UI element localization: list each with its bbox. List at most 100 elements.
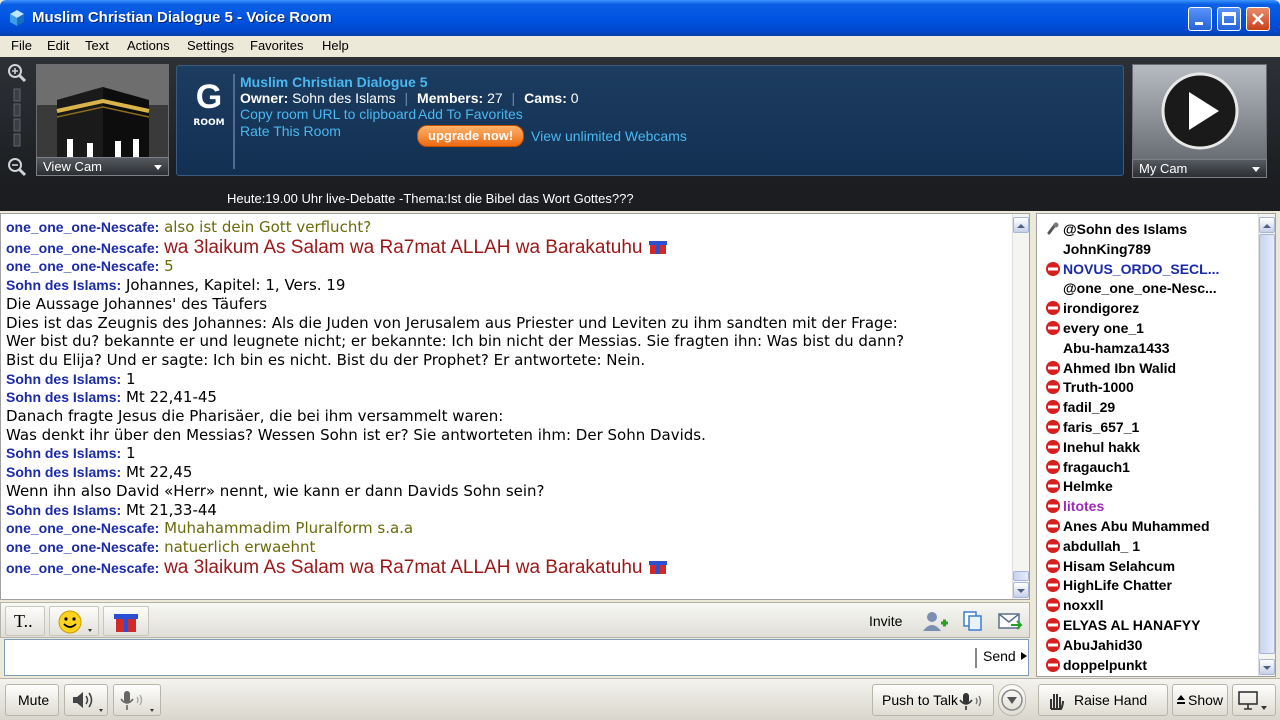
menu-text[interactable]: Text [85, 38, 109, 53]
user-list-scrollbar[interactable] [1258, 214, 1275, 676]
text-format-button[interactable]: T.. [5, 606, 45, 636]
chat-nick[interactable]: one_one_one-Nescafe: [6, 240, 159, 256]
copy-url-link[interactable]: Copy room URL to clipboard [240, 106, 416, 122]
scroll-thumb[interactable] [1259, 234, 1275, 654]
add-favorites-link[interactable]: Add To Favorites [418, 106, 523, 122]
chat-message: Danach fragte Jesus die Pharisäer, die b… [6, 407, 1006, 426]
maximize-button[interactable] [1217, 7, 1241, 31]
menu-favorites[interactable]: Favorites [250, 38, 303, 53]
chat-text: Wer bist du? bekannte er und leugnete ni… [6, 332, 905, 351]
chat-message: Sohn des Islams: Johannes, Kapitel: 1, V… [6, 276, 1006, 295]
view-webcams-link[interactable]: View unlimited Webcams [531, 128, 687, 144]
emoticon-button[interactable] [49, 606, 99, 636]
user-list[interactable]: @Sohn des Islams JohnKing789 NOVUS_ORDO_SE… [1036, 213, 1276, 677]
chat-scrollbar[interactable] [1012, 214, 1029, 599]
chat-nick[interactable]: Sohn des Islams: [6, 464, 121, 480]
no-entry-icon [1046, 558, 1060, 573]
chat-message: Was denkt ihr über den Messias? Wessen S… [6, 426, 1006, 445]
close-button[interactable] [1246, 7, 1270, 31]
no-entry-icon [1046, 301, 1060, 316]
eject-icon [1177, 695, 1185, 704]
chat-messages: one_one_one-Nescafe: also ist dein Gott … [6, 218, 1006, 577]
zoom-slider-track[interactable] [13, 88, 21, 147]
menu-settings[interactable]: Settings [187, 38, 234, 53]
play-arrow-icon [1020, 652, 1027, 660]
talk-options-button[interactable] [998, 684, 1026, 716]
no-entry-icon [1046, 459, 1060, 474]
mic-volume-button[interactable] [113, 684, 161, 716]
menu-file[interactable]: File [11, 38, 32, 53]
raise-hand-button[interactable]: Raise Hand [1038, 684, 1168, 716]
chat-nick[interactable]: one_one_one-Nescafe: [6, 520, 159, 536]
no-entry-icon [1046, 400, 1060, 415]
scroll-down-button[interactable] [1259, 659, 1275, 675]
menu-actions[interactable]: Actions [127, 38, 170, 53]
chat-message: one_one_one-Nescafe: wa 3laikum As Salam… [6, 237, 1006, 258]
add-user-icon[interactable] [921, 609, 949, 633]
zoom-in-icon[interactable] [8, 64, 27, 83]
chat-text: 1 [125, 369, 136, 388]
chevron-down-icon [154, 165, 162, 170]
scroll-thumb[interactable] [1013, 571, 1029, 581]
rate-room-link[interactable]: Rate This Room [240, 123, 341, 139]
mute-button[interactable]: Mute [5, 684, 59, 716]
microphone-icon [120, 691, 154, 712]
screen-share-button[interactable] [1232, 684, 1276, 716]
user-name: JohnKing789 [1063, 240, 1151, 257]
user-name: @Sohn des Islams [1063, 221, 1188, 237]
chat-nick[interactable]: one_one_one-Nescafe: [6, 258, 159, 274]
user-name: Truth-1000 [1063, 379, 1134, 396]
copy-icon[interactable] [961, 609, 985, 633]
bottom-bar: Mute Push to Talk Raise Hand Show [0, 678, 1280, 720]
chat-nick[interactable]: Sohn des Islams: [6, 502, 121, 518]
minimize-button[interactable] [1188, 7, 1212, 31]
chat-nick[interactable]: Sohn des Islams: [6, 445, 121, 461]
scroll-down-button[interactable] [1013, 582, 1029, 598]
invite-label[interactable]: Invite [869, 613, 902, 629]
room-topic: Heute:19.00 Uhr live-Debatte -Thema:Ist … [227, 191, 634, 206]
chat-log[interactable]: one_one_one-Nescafe: also ist dein Gott … [0, 213, 1030, 600]
title-bar[interactable]: Muslim Christian Dialogue 5 - Voice Room [0, 0, 1280, 36]
no-entry-icon [1046, 499, 1060, 514]
no-entry-icon [1046, 618, 1060, 632]
chat-nick[interactable]: Sohn des Islams: [6, 277, 121, 293]
scroll-up-button[interactable] [1013, 217, 1029, 233]
menu-help[interactable]: Help [322, 38, 349, 53]
show-button[interactable]: Show [1172, 684, 1228, 716]
chat-nick[interactable]: Sohn des Islams: [6, 371, 121, 387]
chevron-up-icon [1017, 224, 1025, 228]
chat-message: one_one_one-Nescafe: also ist dein Gott … [6, 218, 1006, 237]
chat-message: one_one_one-Nescafe: natuerlich erwaehnt [6, 538, 1006, 557]
send-button[interactable]: Send [975, 648, 1028, 668]
push-to-talk-button[interactable]: Push to Talk [872, 684, 994, 716]
gift-icon [649, 560, 668, 574]
scroll-up-button[interactable] [1259, 217, 1275, 233]
send-mail-icon[interactable] [997, 609, 1023, 633]
menu-edit[interactable]: Edit [47, 38, 69, 53]
user-name: noxxll [1063, 597, 1104, 614]
chat-text: Danach fragte Jesus die Pharisäer, die b… [6, 407, 504, 426]
chat-nick[interactable]: one_one_one-Nescafe: [6, 539, 159, 555]
room-header: View Cam G ROOM Muslim Christian Dialogu… [0, 57, 1280, 187]
view-cam-dropdown[interactable]: View Cam [36, 157, 169, 176]
chat-nick[interactable]: one_one_one-Nescafe: [6, 219, 159, 235]
owner-label: Owner: [240, 90, 289, 106]
gift-button[interactable] [103, 606, 149, 636]
message-input-box: Send [4, 639, 1029, 676]
zoom-out-icon[interactable] [8, 158, 27, 177]
user-name: fadil_29 [1063, 399, 1116, 416]
chat-nick[interactable]: Sohn des Islams: [6, 389, 121, 405]
upgrade-button[interactable]: upgrade now! [417, 125, 525, 147]
chat-message: Die Aussage Johannes' des Täufers [6, 295, 1006, 314]
chat-nick[interactable]: one_one_one-Nescafe: [6, 560, 159, 576]
speaker-volume-button[interactable] [64, 684, 108, 716]
message-input[interactable] [7, 642, 967, 673]
members-count: 27 [487, 90, 503, 106]
my-cam-dropdown[interactable]: My Cam [1132, 159, 1267, 178]
no-entry-icon [1046, 360, 1060, 375]
text-format-label: T.. [14, 611, 33, 631]
no-entry-icon [1046, 439, 1060, 454]
app-cube-icon [10, 10, 24, 26]
chevron-up-icon [1263, 224, 1271, 228]
chat-message: Dies ist das Zeugnis des Johannes: Als d… [6, 314, 1006, 333]
